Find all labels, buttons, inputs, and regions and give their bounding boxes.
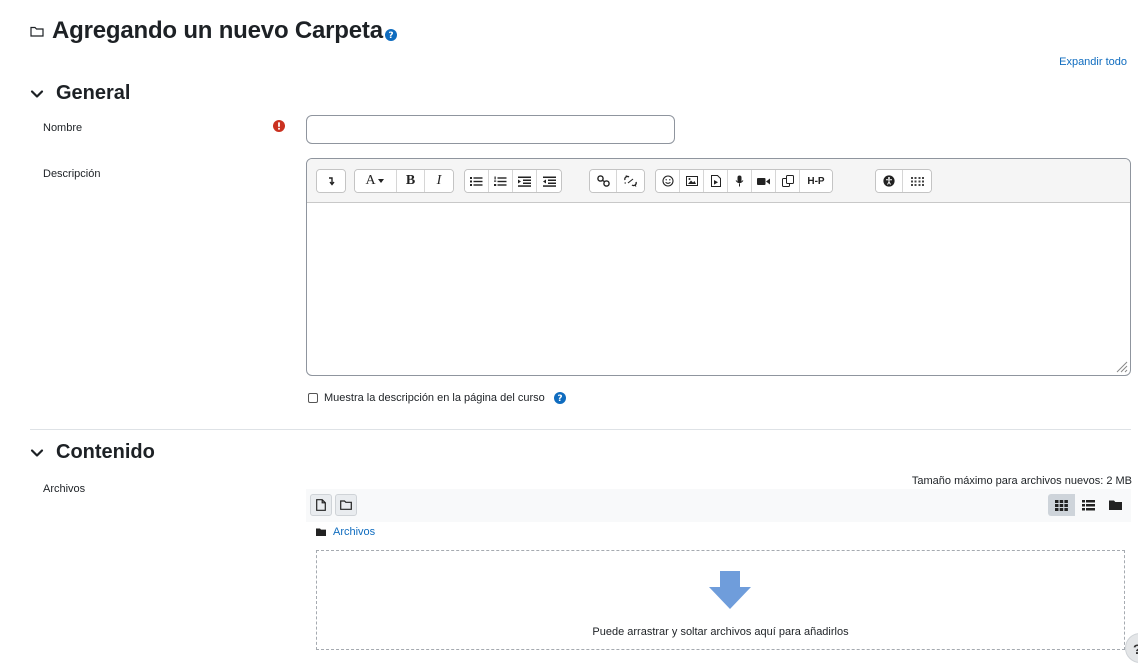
indent-icon <box>518 176 531 187</box>
folder-icon <box>30 26 44 37</box>
font-style-label: A <box>365 173 376 188</box>
indent-button[interactable] <box>513 170 537 192</box>
expand-all-link[interactable]: Expandir todo <box>1059 56 1127 68</box>
italic-label: I <box>436 173 442 188</box>
h5p-label: H-P <box>807 175 825 187</box>
max-file-size: Tamaño máximo para archivos nuevos: 2 MB <box>911 475 1132 487</box>
file-manager-toolbar <box>306 489 1131 522</box>
toolbar-group-media: H-P <box>655 169 833 193</box>
section-divider <box>30 429 1131 430</box>
toolbar-group-format: A B I <box>354 169 454 193</box>
folder-filled-icon <box>316 528 326 536</box>
show-description-checkbox[interactable] <box>308 393 318 403</box>
video-camera-icon <box>757 177 770 185</box>
description-label: Descripción <box>43 168 101 180</box>
ordered-list-icon <box>494 176 507 186</box>
unordered-list-button[interactable] <box>465 170 489 192</box>
collapse-toolbar-button[interactable] <box>317 170 345 192</box>
section-general-heading: General <box>56 82 131 104</box>
name-input[interactable] <box>306 115 675 144</box>
record-video-button[interactable] <box>752 170 776 192</box>
font-style-button[interactable]: A <box>355 170 397 192</box>
resize-grip-icon[interactable] <box>1114 359 1128 373</box>
toolbar-group-accessibility <box>875 169 932 193</box>
view-list-button[interactable] <box>1075 494 1102 516</box>
create-folder-button[interactable] <box>335 494 357 516</box>
drop-instructions: Puede arrastrar y soltar archivos aquí p… <box>592 626 849 638</box>
section-general-toggle[interactable]: General <box>30 82 130 105</box>
unordered-list-icon <box>470 176 483 186</box>
image-icon <box>685 176 698 186</box>
screenreader-helper-button[interactable] <box>903 170 931 192</box>
grid-view-icon <box>1055 499 1068 511</box>
manage-files-button[interactable] <box>776 170 800 192</box>
outdent-icon <box>542 176 556 187</box>
italic-button[interactable]: I <box>425 170 453 192</box>
view-icons-button[interactable] <box>1048 494 1075 516</box>
microphone-icon <box>735 175 744 187</box>
svg-text:?: ? <box>557 394 562 404</box>
file-icon <box>316 499 326 511</box>
question-mark-icon: ? <box>1133 641 1138 657</box>
page-title: Agregando un nuevo Carpeta <box>52 17 383 44</box>
chevron-down-icon <box>30 89 44 98</box>
svg-text:?: ? <box>388 31 393 41</box>
toolbar-group-lists <box>464 169 562 193</box>
record-audio-button[interactable] <box>728 170 752 192</box>
emoji-button[interactable] <box>656 170 680 192</box>
section-content-heading: Contenido <box>56 441 155 463</box>
toolbar-group-collapse <box>316 169 346 193</box>
accessibility-checker-button[interactable] <box>876 170 903 192</box>
manage-files-icon <box>781 175 794 187</box>
section-content-toggle[interactable]: Contenido <box>30 441 155 464</box>
bold-label: B <box>405 173 416 188</box>
show-description-row: Muestra la descripción en la página del … <box>308 392 566 404</box>
caret-down-icon <box>377 179 384 183</box>
view-mode-switcher <box>1048 494 1129 516</box>
file-manager: Archivos Puede arrastrar y soltar archiv… <box>306 489 1131 663</box>
accessibility-icon <box>883 175 895 187</box>
ordered-list-button[interactable] <box>489 170 513 192</box>
add-file-button[interactable] <box>310 494 332 516</box>
chevron-down-icon <box>30 448 44 457</box>
media-button[interactable] <box>704 170 728 192</box>
help-icon[interactable]: ? <box>384 29 397 41</box>
name-label: Nombre <box>43 122 83 134</box>
link-button[interactable] <box>590 170 617 192</box>
folder-filled-icon <box>1109 500 1122 510</box>
page-header: Agregando un nuevo Carpeta ? <box>30 14 397 48</box>
editor-content-area[interactable] <box>307 203 1130 375</box>
grid-dots-icon <box>910 176 924 186</box>
unlink-icon <box>624 175 637 187</box>
emoji-icon <box>661 175 674 187</box>
path-folder-link[interactable]: Archivos <box>333 526 375 538</box>
link-icon <box>596 175 610 187</box>
arrow-down-icon <box>709 571 751 609</box>
view-tree-button[interactable] <box>1102 494 1129 516</box>
unlink-button[interactable] <box>617 170 644 192</box>
media-file-icon <box>710 175 721 187</box>
collapse-icon <box>329 177 335 186</box>
description-editor: A B I H-P <box>306 158 1131 376</box>
h5p-button[interactable]: H-P <box>800 170 832 192</box>
list-view-icon <box>1082 499 1095 510</box>
toolbar-group-links <box>589 169 645 193</box>
help-icon[interactable]: ? <box>553 392 566 404</box>
editor-toolbar: A B I H-P <box>307 159 1130 203</box>
outdent-button[interactable] <box>537 170 561 192</box>
files-label: Archivos <box>43 483 86 495</box>
image-button[interactable] <box>680 170 704 192</box>
file-drop-zone[interactable]: Puede arrastrar y soltar archivos aquí p… <box>316 550 1125 650</box>
file-manager-path: Archivos <box>316 526 375 538</box>
show-description-label[interactable]: Muestra la descripción en la página del … <box>324 392 545 404</box>
bold-button[interactable]: B <box>397 170 425 192</box>
folder-icon <box>340 500 352 510</box>
required-icon <box>273 120 285 132</box>
